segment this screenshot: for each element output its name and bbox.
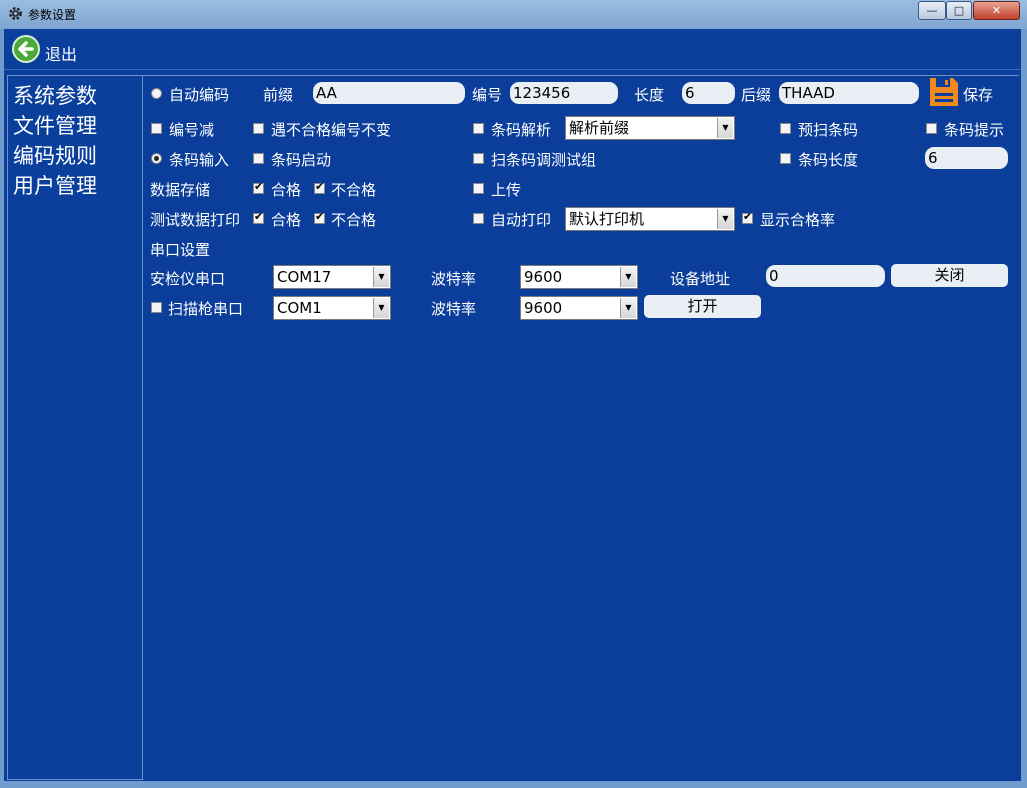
storage-pass-label: 合格 [271, 181, 302, 199]
barcode-parse-label: 条码解析 [491, 121, 552, 139]
prefix-input[interactable]: AA [313, 82, 465, 104]
scan-test-group-label: 扫条码调测试组 [491, 151, 597, 169]
print-pass-label: 合格 [271, 211, 302, 229]
tester-baud-select[interactable]: 9600 [520, 265, 638, 289]
print-fail-checkbox[interactable] [314, 210, 325, 224]
show-pass-rate-label: 显示合格率 [760, 211, 836, 229]
prefix-label: 前缀 [263, 86, 294, 104]
barcode-length-checkbox[interactable] [780, 153, 791, 164]
scanner-port-checkbox[interactable] [151, 302, 162, 313]
test-print-label: 测试数据打印 [150, 211, 241, 229]
serial-section-title: 串口设置 [150, 241, 211, 259]
close-port-button[interactable]: 关闭 [891, 264, 1008, 287]
scanner-baud-select[interactable]: 9600 [520, 296, 638, 320]
auto-code-label: 自动编码 [169, 86, 230, 104]
scanner-port-select[interactable]: COM1 [273, 296, 391, 320]
chevron-down-icon[interactable] [373, 298, 389, 318]
pre-scan-label: 预扫条码 [798, 121, 859, 139]
top-toolbar [4, 29, 1021, 70]
device-addr-label: 设备地址 [670, 270, 731, 288]
num-decrease-checkbox[interactable] [151, 123, 162, 134]
keep-on-fail-checkbox[interactable] [253, 123, 264, 134]
tester-baud-value: 9600 [524, 268, 563, 286]
storage-fail-checkbox[interactable] [314, 180, 325, 194]
tester-port-select[interactable]: COM17 [273, 265, 391, 289]
number-input[interactable]: 123456 [510, 82, 618, 104]
sidebar-item-system-params[interactable]: 系统参数 [13, 80, 97, 110]
suffix-input[interactable]: THAAD [779, 82, 919, 104]
tester-port-label: 安检仪串口 [150, 270, 226, 288]
data-storage-label: 数据存储 [150, 181, 211, 199]
printer-select[interactable]: 默认打印机 [565, 207, 735, 231]
auto-print-label: 自动打印 [491, 211, 552, 229]
barcode-length-input[interactable]: 6 [925, 147, 1008, 169]
scanner-port-label: 扫描枪串口 [168, 300, 244, 318]
sidebar-item-coding-rules[interactable]: 编码规则 [13, 140, 97, 170]
back-arrow-icon[interactable] [12, 35, 40, 63]
chevron-down-icon[interactable] [373, 267, 389, 287]
scanner-port-value: COM1 [277, 299, 322, 317]
length-label: 长度 [634, 86, 665, 104]
barcode-hint-label: 条码提示 [944, 121, 1005, 139]
auto-code-radio[interactable] [151, 88, 162, 99]
storage-fail-label: 不合格 [331, 181, 377, 199]
tester-baud-label: 波特率 [431, 270, 477, 288]
number-label: 编号 [472, 86, 503, 104]
chevron-down-icon[interactable] [717, 118, 733, 138]
parse-option-select[interactable]: 解析前缀 [565, 116, 735, 140]
sidebar-item-user-management[interactable]: 用户管理 [13, 170, 97, 200]
barcode-input-radio[interactable] [151, 153, 162, 164]
barcode-start-label: 条码启动 [271, 151, 332, 169]
title-bar [0, 0, 1027, 29]
barcode-start-checkbox[interactable] [253, 153, 264, 164]
device-addr-input[interactable]: 0 [766, 265, 885, 287]
storage-pass-checkbox[interactable] [253, 180, 264, 194]
show-pass-rate-checkbox[interactable] [742, 210, 753, 224]
maximize-button[interactable]: □ [946, 1, 972, 20]
close-button[interactable]: ✕ [973, 1, 1020, 20]
tester-port-value: COM17 [277, 268, 332, 286]
scanner-baud-value: 9600 [524, 299, 563, 317]
window-title: 参数设置 [28, 8, 77, 22]
minimize-button[interactable]: — [918, 1, 946, 20]
gear-icon [9, 7, 22, 20]
open-port-button[interactable]: 打开 [644, 295, 761, 318]
scanner-baud-label: 波特率 [431, 300, 477, 318]
save-button[interactable]: 保存 [963, 84, 993, 105]
num-decrease-label: 编号减 [169, 121, 215, 139]
print-pass-checkbox[interactable] [253, 210, 264, 224]
upload-checkbox[interactable] [473, 183, 484, 194]
auto-print-checkbox[interactable] [473, 213, 484, 224]
chevron-down-icon[interactable] [620, 267, 636, 287]
barcode-length-label: 条码长度 [798, 151, 859, 169]
barcode-hint-checkbox[interactable] [926, 123, 937, 134]
upload-label: 上传 [491, 181, 522, 199]
chevron-down-icon[interactable] [620, 298, 636, 318]
print-fail-label: 不合格 [331, 211, 377, 229]
pre-scan-checkbox[interactable] [780, 123, 791, 134]
scan-test-group-checkbox[interactable] [473, 153, 484, 164]
save-icon[interactable] [928, 76, 960, 108]
chevron-down-icon[interactable] [717, 209, 733, 229]
exit-button[interactable]: 退出 [45, 41, 77, 65]
keep-on-fail-label: 遇不合格编号不变 [271, 121, 392, 139]
parse-option-value: 解析前缀 [569, 119, 630, 137]
sidebar-item-file-management[interactable]: 文件管理 [13, 110, 97, 140]
barcode-parse-checkbox[interactable] [473, 123, 484, 134]
barcode-input-label: 条码输入 [169, 151, 230, 169]
suffix-label: 后缀 [741, 86, 772, 104]
printer-value: 默认打印机 [569, 210, 645, 228]
length-input[interactable]: 6 [682, 82, 735, 104]
